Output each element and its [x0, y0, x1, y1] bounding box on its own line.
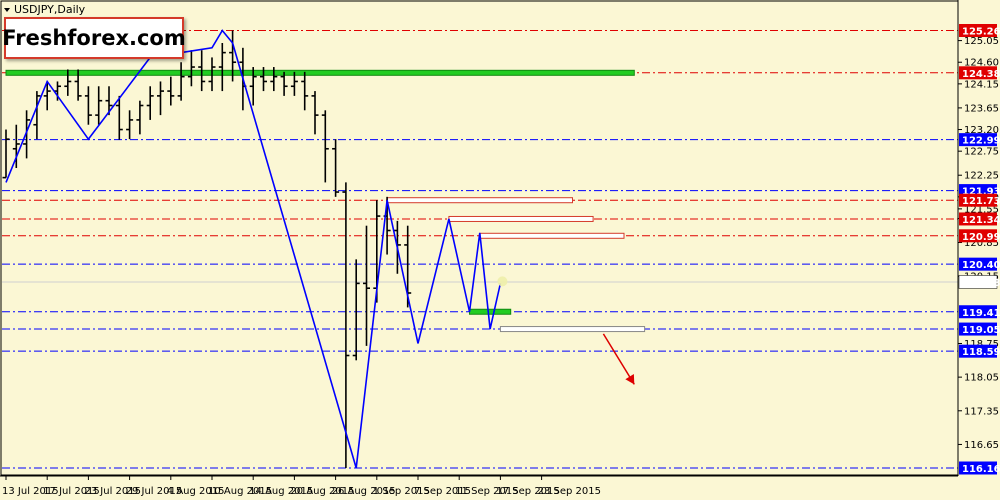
level-label: 119.05: [962, 325, 1000, 336]
y-tick-label: 124.15: [964, 79, 999, 90]
brand-logo-text: Freshforex.com: [2, 26, 186, 50]
level-label: 118.59: [962, 347, 1000, 358]
y-tick-label: 122.25: [964, 171, 999, 182]
grey-target-box: [499, 326, 646, 333]
x-tick-label: 23 Sep 2015: [538, 486, 601, 497]
symbol-header: USDJPY,Daily: [4, 3, 86, 16]
level-label: 121.73: [962, 196, 1000, 207]
y-tick-label: 122.75: [964, 147, 999, 158]
level-label: 122.99: [962, 136, 1000, 147]
green-level-box: [5, 69, 635, 76]
y-tick-label: 116.65: [964, 440, 999, 451]
level-label: 116.16: [962, 464, 1000, 475]
current-point-marker: [497, 276, 508, 287]
symbol-label: USDJPY,Daily: [14, 3, 86, 16]
level-label: 119.41: [962, 308, 1000, 319]
level-label: 125.26: [962, 27, 1000, 38]
y-tick-label: 118.05: [964, 373, 999, 384]
red-resistance-box: [386, 197, 573, 204]
level-label: 120.03: [962, 278, 1000, 289]
y-tick-label: 125.05: [964, 36, 999, 47]
price-chart: 125.05124.60124.15123.65123.20122.75122.…: [0, 0, 1000, 500]
level-label: 124.38: [962, 69, 1000, 80]
red-resistance-box: [479, 232, 625, 239]
level-label: 121.34: [962, 215, 1000, 226]
green-level-box: [469, 308, 512, 315]
y-tick-label: 117.35: [964, 406, 999, 417]
level-label: 120.40: [962, 260, 1000, 271]
brand-logo: Freshforex.com: [2, 17, 186, 59]
y-tick-label: 123.65: [964, 103, 999, 114]
level-label: 120.99: [962, 232, 1000, 243]
red-resistance-box: [448, 215, 594, 222]
